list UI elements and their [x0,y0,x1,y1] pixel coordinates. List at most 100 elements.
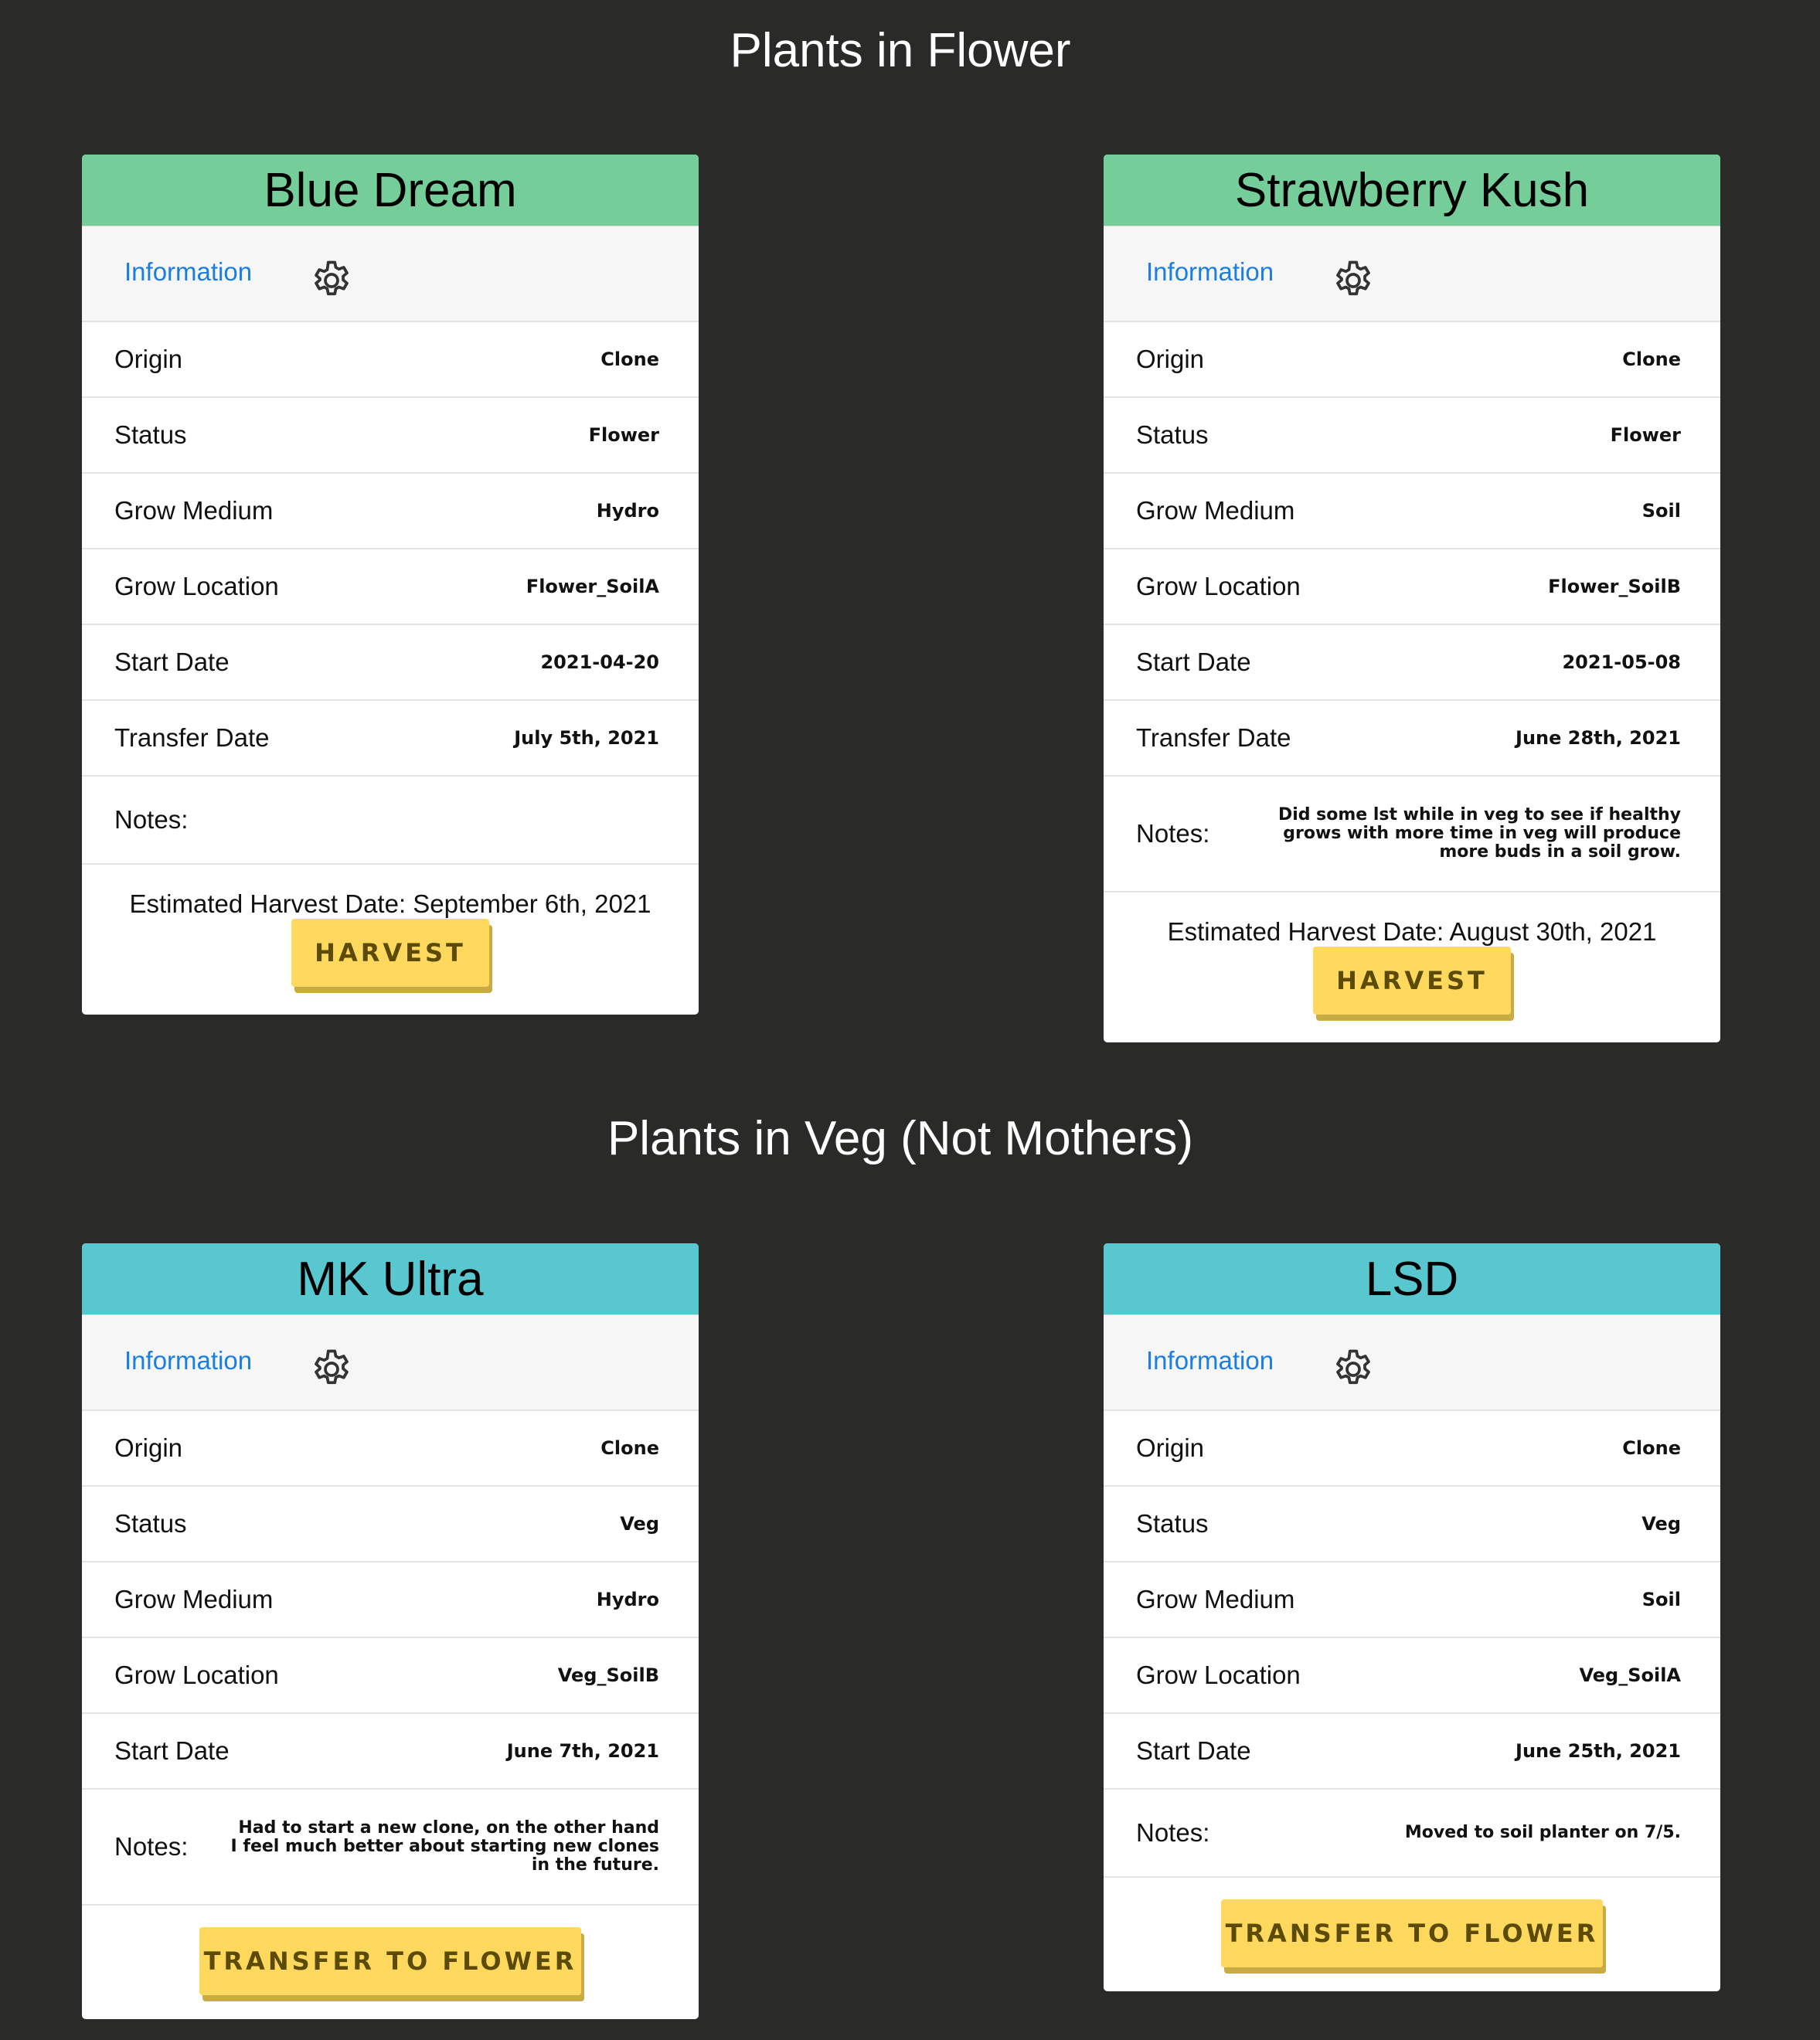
grow-medium-value: Soil [1641,500,1681,522]
transfer-to-flower-button[interactable]: TRANSFER TO FLOWER [1221,1899,1603,1967]
transfer-date-value: July 5th, 2021 [514,727,659,749]
card-title: Strawberry Kush [1104,155,1720,226]
section-title-flower: Plants in Flower [730,24,1071,77]
start-date-row: Start Date 2021-05-08 [1104,625,1720,701]
notes-row: Notes: Had to start a new clone, on the … [82,1790,699,1906]
gear-icon[interactable] [308,1346,355,1392]
plant-card-blue-dream: Blue Dream Information Origin Clone Stat… [82,155,699,1015]
start-date-label: Start Date [1136,1736,1251,1765]
notes-value: Moved to soil planter on 7/5. [1404,1823,1681,1842]
status-row: Status Flower [82,398,699,474]
notes-row: Notes: [82,777,699,865]
gear-icon[interactable] [1330,257,1376,304]
origin-value: Clone [600,348,659,370]
card-tab-bar: Information [1104,226,1720,322]
origin-label: Origin [114,1433,183,1462]
gear-icon[interactable] [1330,1346,1376,1392]
harvest-button[interactable]: HARVEST [1313,947,1511,1015]
transfer-date-row: Transfer Date June 28th, 2021 [1104,701,1720,777]
origin-row: Origin Clone [1104,1411,1720,1487]
grow-location-row: Grow Location Flower_SoilA [82,549,699,625]
transfer-date-label: Transfer Date [1136,723,1291,752]
grow-location-row: Grow Location Veg_SoilB [82,1638,699,1714]
status-label: Status [1136,1509,1209,1538]
grow-medium-label: Grow Medium [114,496,274,525]
origin-row: Origin Clone [82,322,699,398]
grow-medium-value: Soil [1641,1589,1681,1610]
transfer-date-label: Transfer Date [114,723,270,752]
grow-location-label: Grow Location [1136,572,1301,600]
information-tab[interactable]: Information [124,257,252,287]
notes-row: Notes: Moved to soil planter on 7/5. [1104,1790,1720,1878]
grow-location-label: Grow Location [114,1661,279,1689]
origin-value: Clone [1622,1437,1681,1459]
grow-medium-label: Grow Medium [1136,496,1295,525]
origin-label: Origin [1136,1433,1205,1462]
status-label: Status [114,420,187,449]
notes-value: Had to start a new clone, on the other h… [230,1818,659,1875]
grow-location-value: Flower_SoilB [1548,576,1681,597]
estimated-harvest-date: Estimated Harvest Date: September 6th, 2… [129,889,651,918]
card-title: Blue Dream [82,155,699,226]
start-date-row: Start Date June 7th, 2021 [82,1714,699,1790]
grow-medium-label: Grow Medium [114,1585,274,1613]
section-title-veg: Plants in Veg (Not Mothers) [607,1112,1194,1165]
card-title: MK Ultra [82,1243,699,1315]
status-row: Status Veg [1104,1487,1720,1562]
grow-location-label: Grow Location [1136,1661,1301,1689]
transfer-to-flower-button[interactable]: TRANSFER TO FLOWER [199,1927,581,1995]
plant-card-mk-ultra: MK Ultra Information Origin Clone Status… [82,1243,699,2019]
grow-location-value: Veg_SoilA [1579,1664,1681,1686]
gear-icon[interactable] [308,257,355,304]
information-tab[interactable]: Information [1146,257,1274,287]
grow-medium-row: Grow Medium Soil [1104,1562,1720,1638]
origin-row: Origin Clone [1104,322,1720,398]
status-value: Veg [620,1513,659,1535]
card-tab-bar: Information [82,1315,699,1411]
estimated-harvest-date: Estimated Harvest Date: August 30th, 202… [1167,917,1657,946]
start-date-label: Start Date [1136,648,1251,676]
transfer-date-row: Transfer Date July 5th, 2021 [82,701,699,777]
notes-label: Notes: [114,805,189,834]
information-tab[interactable]: Information [1146,1346,1274,1375]
start-date-value: 2021-05-08 [1562,651,1681,673]
origin-label: Origin [1136,345,1205,373]
start-date-value: June 25th, 2021 [1516,1740,1681,1762]
card-tab-bar: Information [1104,1315,1720,1411]
plant-card-lsd: LSD Information Origin Clone Status Veg … [1104,1243,1720,1991]
information-tab[interactable]: Information [124,1346,252,1375]
grow-location-label: Grow Location [114,572,279,600]
notes-label: Notes: [114,1832,189,1861]
start-date-value: 2021-04-20 [540,651,659,673]
grow-medium-row: Grow Medium Hydro [82,474,699,549]
notes-label: Notes: [1136,819,1210,848]
grow-medium-value: Hydro [596,1589,659,1610]
notes-value: Did some lst while in veg to see if heal… [1277,805,1681,862]
notes-row: Notes: Did some lst while in veg to see … [1104,777,1720,892]
plant-card-strawberry-kush: Strawberry Kush Information Origin Clone… [1104,155,1720,1042]
grow-medium-label: Grow Medium [1136,1585,1295,1613]
start-date-row: Start Date 2021-04-20 [82,625,699,701]
grow-location-row: Grow Location Flower_SoilB [1104,549,1720,625]
status-value: Flower [1610,424,1681,446]
grow-location-row: Grow Location Veg_SoilA [1104,1638,1720,1714]
origin-label: Origin [114,345,183,373]
status-row: Status Veg [82,1487,699,1562]
start-date-row: Start Date June 25th, 2021 [1104,1714,1720,1790]
status-label: Status [1136,420,1209,449]
grow-location-value: Veg_SoilB [557,1664,659,1686]
grow-location-value: Flower_SoilA [526,576,659,597]
start-date-value: June 7th, 2021 [506,1740,659,1762]
status-label: Status [114,1509,187,1538]
origin-row: Origin Clone [82,1411,699,1487]
grow-medium-value: Hydro [596,500,659,522]
grow-medium-row: Grow Medium Soil [1104,474,1720,549]
harvest-button[interactable]: HARVEST [291,919,489,987]
transfer-date-value: June 28th, 2021 [1516,727,1681,749]
status-value: Flower [588,424,659,446]
card-title: LSD [1104,1243,1720,1315]
start-date-label: Start Date [114,648,230,676]
grow-medium-row: Grow Medium Hydro [82,1562,699,1638]
status-row: Status Flower [1104,398,1720,474]
start-date-label: Start Date [114,1736,230,1765]
